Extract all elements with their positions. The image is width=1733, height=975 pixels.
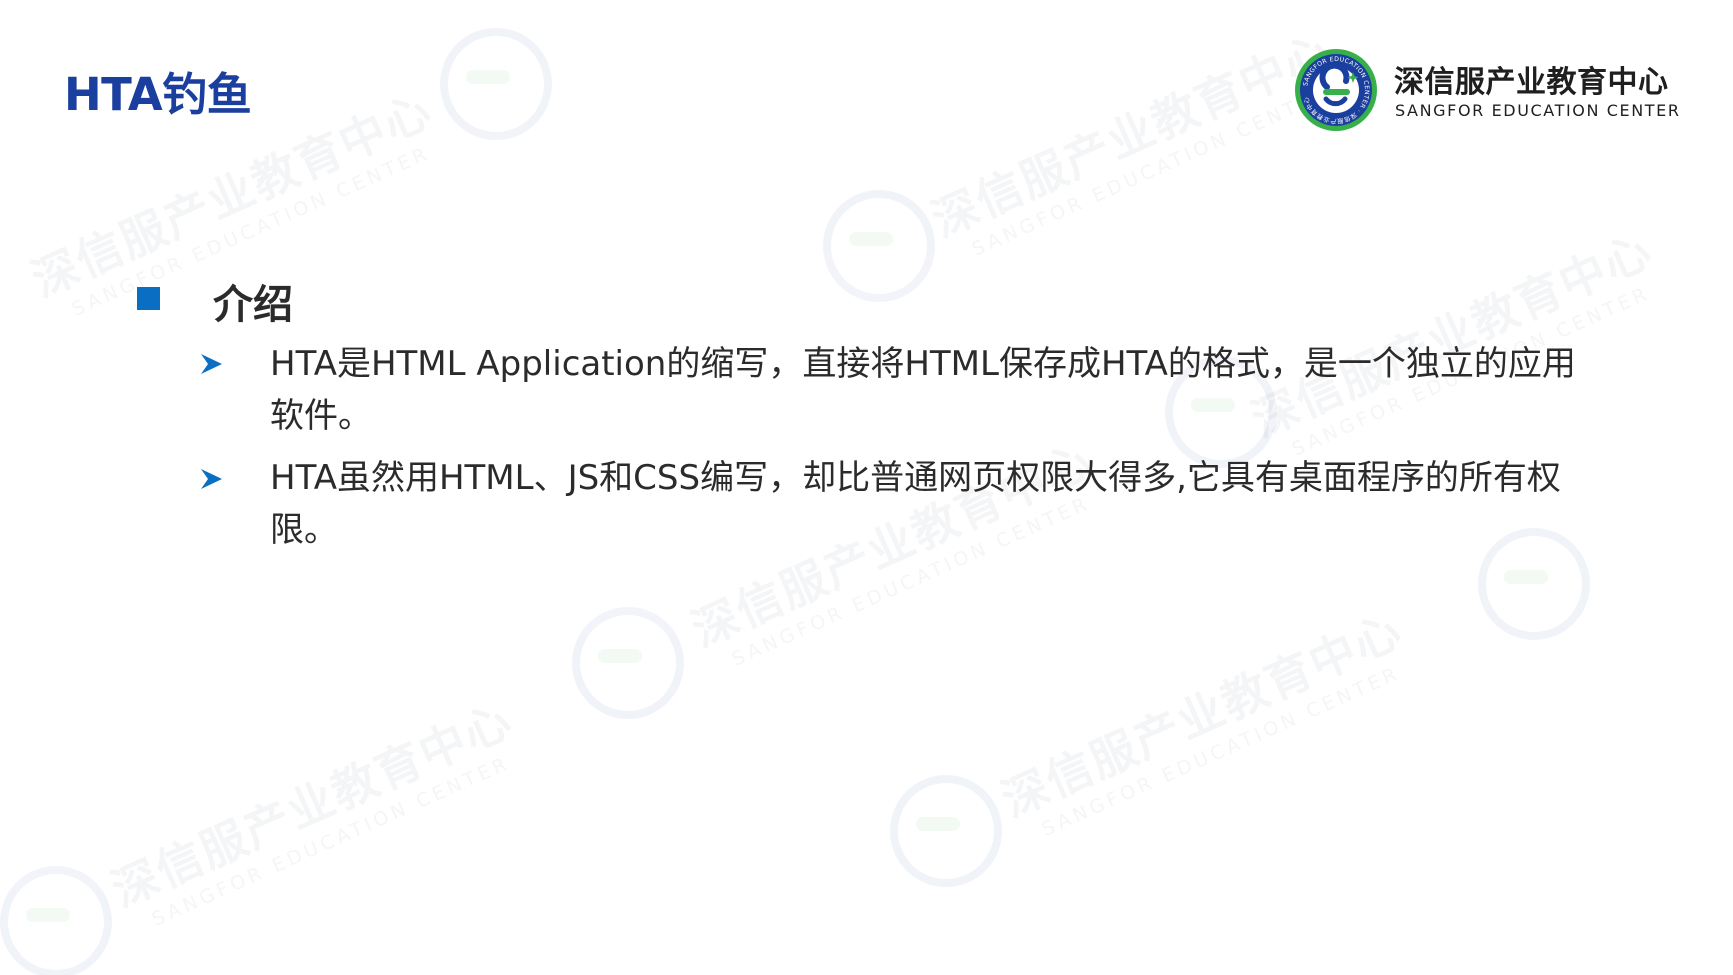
watermark-seal: [572, 607, 684, 719]
slide-title: HTA钓鱼: [64, 68, 252, 121]
watermark-seal: [0, 866, 112, 975]
org-seal-icon: SANGFOR EDUCATION CENTER · 深信服产业教育中心: [1295, 49, 1377, 131]
section-heading: 介绍: [213, 282, 293, 328]
watermark: 深信服产业教育中心 SANGFOR EDUCATION CENTER: [103, 692, 521, 931]
arrow-bullet-icon: [201, 469, 222, 489]
logo-name-en: SANGFOR EDUCATION CENTER: [1395, 101, 1681, 120]
org-logo: SANGFOR EDUCATION CENTER · 深信服产业教育中心 深信服…: [1293, 47, 1713, 133]
bullet-item: HTA是HTML Application的缩写，直接将HTML保存成HTA的格式…: [270, 344, 1576, 436]
slide: 深信服产业教育中心 SANGFOR EDUCATION CENTER 深信服产业教…: [0, 0, 1733, 975]
logo-name-cn: 深信服产业教育中心: [1394, 65, 1669, 100]
watermark-seal: [440, 28, 552, 140]
watermark-seal: [890, 775, 1002, 887]
watermark: 深信服产业教育中心 SANGFOR EDUCATION CENTER: [993, 602, 1411, 841]
watermark-seal: [823, 190, 935, 302]
bullet-item: HTA虽然用HTML、JS和CSS编写，却比普通网页权限大得多,它具有桌面程序的…: [270, 458, 1561, 550]
square-bullet-icon: [137, 287, 160, 310]
watermark: 深信服产业教育中心 SANGFOR EDUCATION CENTER: [923, 22, 1341, 261]
arrow-bullet-icon: [201, 354, 222, 374]
